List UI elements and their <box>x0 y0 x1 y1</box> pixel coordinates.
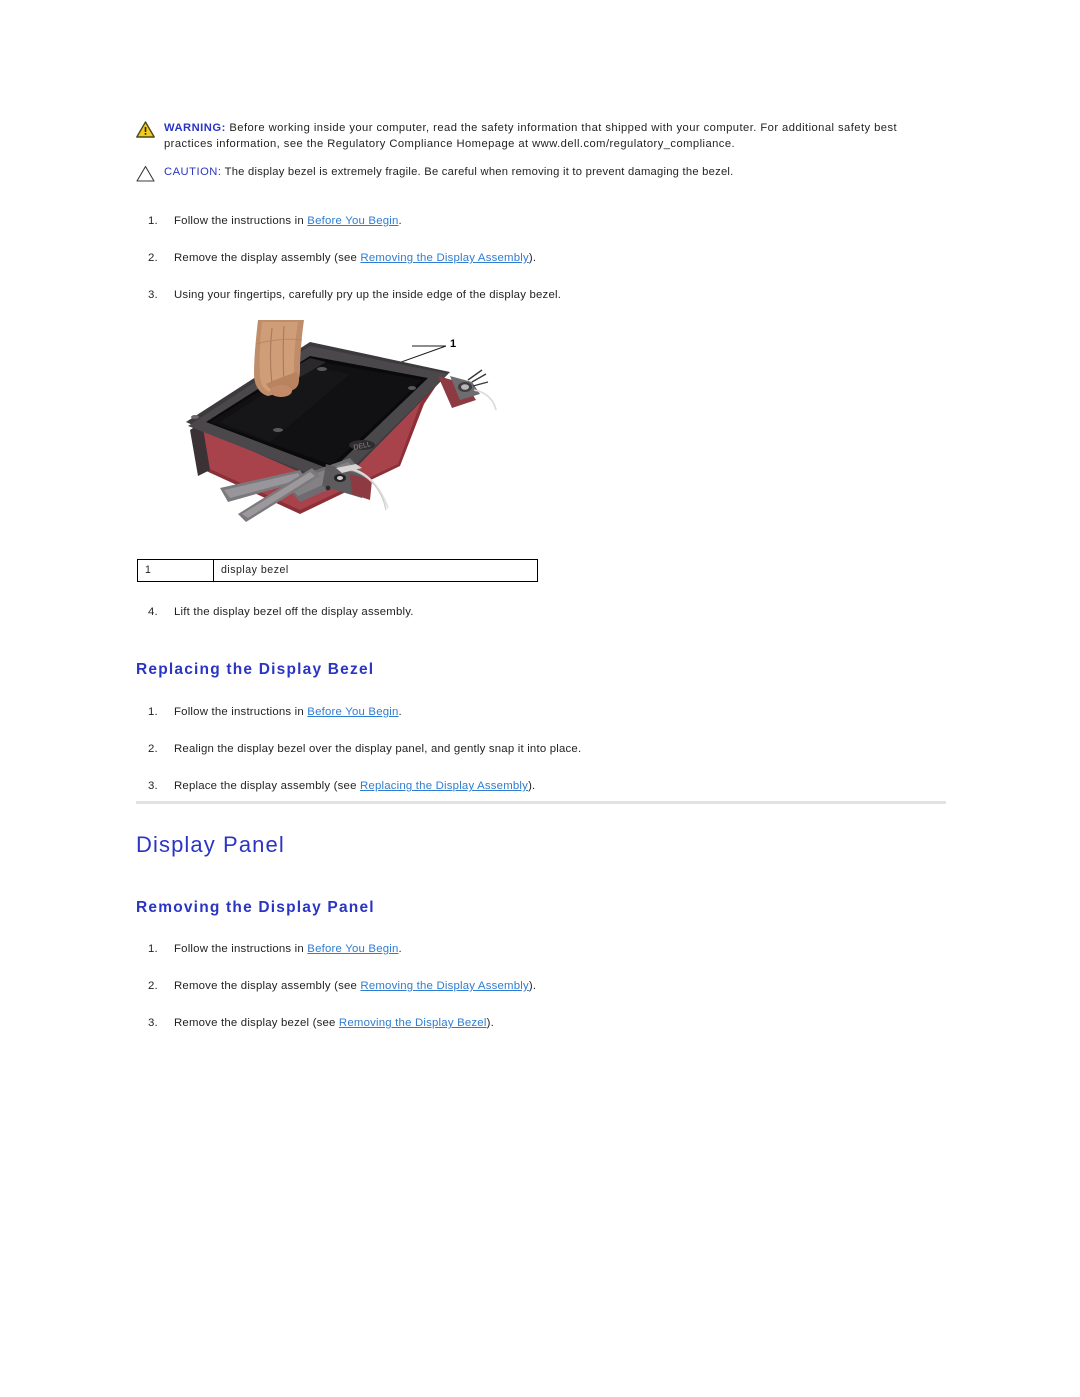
step-text-post: ). <box>528 252 537 264</box>
link-removing-the-display-assembly[interactable]: Removing the Display Assembly <box>360 252 529 264</box>
step-text: Lift the display bezel off the display a… <box>174 606 414 618</box>
list-item: 2. Remove the display assembly (see Remov… <box>148 251 848 266</box>
step-text: Remove the display assembly (see <box>174 252 361 264</box>
step-text: Realign the display bezel over the displ… <box>174 743 582 755</box>
link-removing-the-display-bezel[interactable]: Removing the Display Bezel <box>339 1017 487 1029</box>
step-number: 4. <box>148 606 158 618</box>
caution-label: CAUTION: <box>164 166 222 178</box>
removing-display-panel-steps: 1. Follow the instructions in Before You … <box>148 942 848 1053</box>
step-text-post: ). <box>528 780 536 792</box>
step-number: 1. <box>148 943 158 955</box>
display-assembly-photo: DELL <box>150 318 530 553</box>
step-text-post: . <box>398 943 402 955</box>
replacing-display-bezel-steps: 1. Follow the instructions in Before You … <box>148 705 848 816</box>
step-text: Follow the instructions in <box>174 706 308 718</box>
step-text-post: ). <box>486 1017 494 1029</box>
link-before-you-begin[interactable]: Before You Begin <box>307 943 398 955</box>
table-row: 1 display bezel <box>137 559 538 582</box>
warning-admonition: WARNING: Before working inside your comp… <box>136 120 926 152</box>
step-text: Remove the display bezel (see <box>174 1017 339 1029</box>
list-item: 1. Follow the instructions in Before You … <box>148 214 848 229</box>
step-text: Follow the instructions in <box>174 943 308 955</box>
step-text: Using your fingertips, carefully pry up … <box>174 289 562 301</box>
caution-triangle-icon <box>136 164 156 182</box>
step-number: 1. <box>148 706 158 718</box>
display-bezel-figure: DELL 1 <box>150 318 530 553</box>
warning-text-block: WARNING: Before working inside your comp… <box>164 120 926 152</box>
list-item: 3. Remove the display bezel (see Removing… <box>148 1016 848 1031</box>
warning-label: WARNING: <box>164 122 226 134</box>
warning-triangle-icon <box>136 120 156 138</box>
link-replacing-the-display-assembly[interactable]: Replacing the Display Assembly <box>360 780 528 792</box>
step-number: 3. <box>148 289 158 301</box>
step-number: 2. <box>148 980 158 992</box>
link-removing-the-display-assembly[interactable]: Removing the Display Assembly <box>360 980 529 992</box>
step-text: Follow the instructions in <box>174 215 308 227</box>
list-item: 2. Realign the display bezel over the dis… <box>148 742 848 757</box>
list-item: 1. Follow the instructions in Before You … <box>148 942 848 957</box>
figure-callout-1: 1 <box>450 338 457 350</box>
step-number: 1. <box>148 215 158 227</box>
list-item: 1. Follow the instructions in Before You … <box>148 705 848 720</box>
list-item: 2. Remove the display assembly (see Remov… <box>148 979 848 994</box>
heading-removing-display-panel: Removing the Display Panel <box>136 899 375 916</box>
warning-text: Before working inside your computer, rea… <box>164 122 898 150</box>
step-text: Remove the display assembly (see <box>174 980 361 992</box>
caution-text-block: CAUTION: The display bezel is extremely … <box>164 164 734 180</box>
step-number: 3. <box>148 780 158 792</box>
heading-replacing-display-bezel: Replacing the Display Bezel <box>136 661 375 678</box>
heading-display-panel: Display Panel <box>136 832 285 857</box>
lift-bezel-step: 4. Lift the display bezel off the display… <box>148 606 774 618</box>
legend-value: display bezel <box>213 559 538 582</box>
step-number: 2. <box>148 252 158 264</box>
link-before-you-begin[interactable]: Before You Begin <box>307 706 398 718</box>
list-item: 3. Replace the display assembly (see Repl… <box>148 779 848 794</box>
link-before-you-begin[interactable]: Before You Begin <box>307 215 398 227</box>
legend-key: 1 <box>137 559 214 582</box>
step-text: Replace the display assembly (see <box>174 780 360 792</box>
step-number: 3. <box>148 1017 158 1029</box>
step-number: 2. <box>148 743 158 755</box>
section-divider <box>136 801 946 804</box>
step-text-post: ). <box>528 980 537 992</box>
step-text-post: . <box>398 706 402 718</box>
caution-admonition: CAUTION: The display bezel is extremely … <box>136 164 926 182</box>
caution-text: The display bezel is extremely fragile. … <box>221 166 734 178</box>
list-item: 3. Using your fingertips, carefully pry u… <box>148 288 848 303</box>
figure-legend-table: 1 display bezel <box>137 559 538 582</box>
removing-display-bezel-steps: 1. Follow the instructions in Before You … <box>148 214 848 325</box>
document-page: WARNING: Before working inside your comp… <box>0 0 1080 1397</box>
step-text-post: . <box>398 215 402 227</box>
